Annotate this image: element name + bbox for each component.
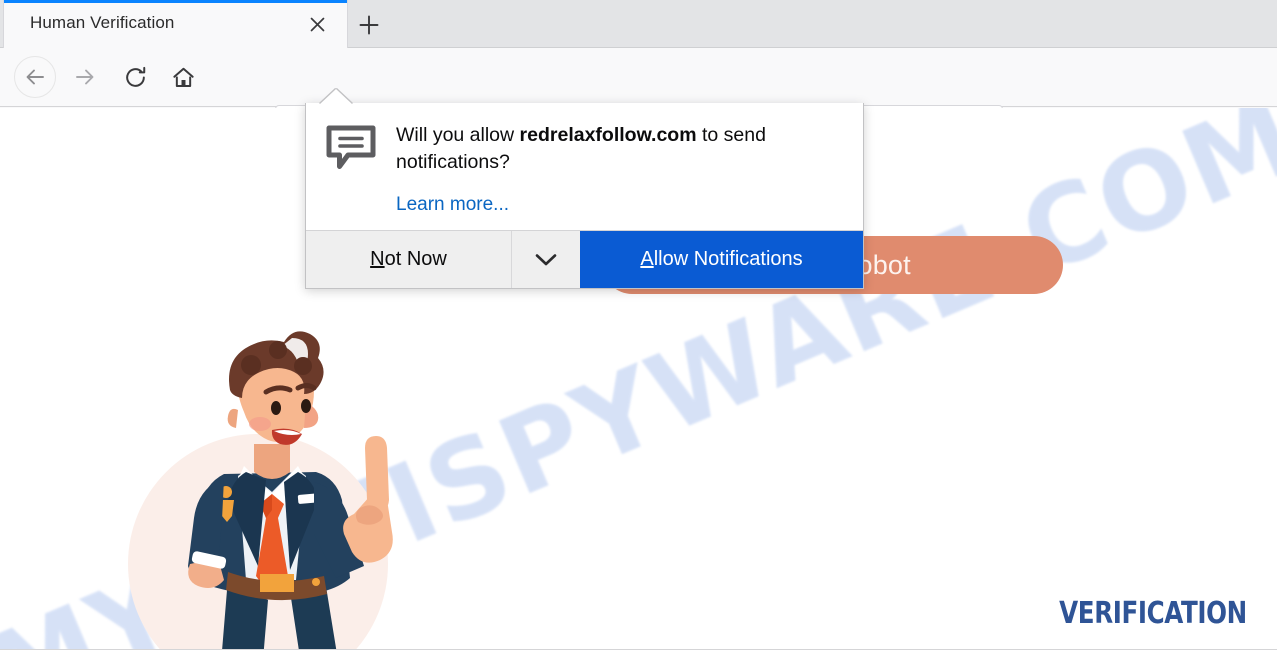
verification-badge: VERIFICATION xyxy=(1059,596,1247,631)
reload-icon[interactable] xyxy=(114,56,156,98)
question-domain: redrelaxfollow.com xyxy=(519,124,697,146)
allow-notifications-button[interactable]: Allow Notifications xyxy=(580,231,863,288)
tab-human-verification[interactable]: Human Verification xyxy=(3,0,348,48)
close-icon[interactable] xyxy=(305,12,329,36)
not-now-label: ot Now xyxy=(384,248,447,270)
browser-window: Human Verification MYANTISPYWARE.COM rob… xyxy=(0,0,1277,650)
navigation-toolbar: https://redrelaxfollow.com/?p=miywmn3cg4… xyxy=(0,48,1277,147)
not-now-button[interactable]: Not Now xyxy=(306,231,512,288)
popup-arrow xyxy=(320,89,352,104)
popup-text: Will you allow redrelaxfollow.com to sen… xyxy=(396,121,843,222)
allow-accesskey: A xyxy=(640,248,654,270)
chevron-down-icon[interactable] xyxy=(512,231,580,288)
back-arrow-icon[interactable] xyxy=(14,56,56,98)
allow-label: llow Notifications xyxy=(653,248,803,270)
forward-arrow-icon xyxy=(64,56,106,98)
tab-title: Human Verification xyxy=(30,13,175,32)
home-icon[interactable] xyxy=(162,56,204,98)
popup-body: Will you allow redrelaxfollow.com to sen… xyxy=(306,103,863,230)
pointing-businessman-illustration xyxy=(120,326,430,649)
notification-permission-popup: Will you allow redrelaxfollow.com to sen… xyxy=(305,103,864,289)
question-prefix: Will you allow xyxy=(396,124,520,146)
not-now-accesskey: N xyxy=(370,248,385,270)
tab-strip: Human Verification xyxy=(0,0,1277,48)
new-tab-button[interactable] xyxy=(350,6,388,44)
active-tab-indicator xyxy=(4,0,347,3)
learn-more-link[interactable]: Learn more... xyxy=(396,194,509,216)
permission-question: Will you allow redrelaxfollow.com to sen… xyxy=(396,122,843,176)
popup-actions: Not Now Allow Notifications xyxy=(306,230,863,288)
speech-bubble-icon xyxy=(326,121,376,222)
